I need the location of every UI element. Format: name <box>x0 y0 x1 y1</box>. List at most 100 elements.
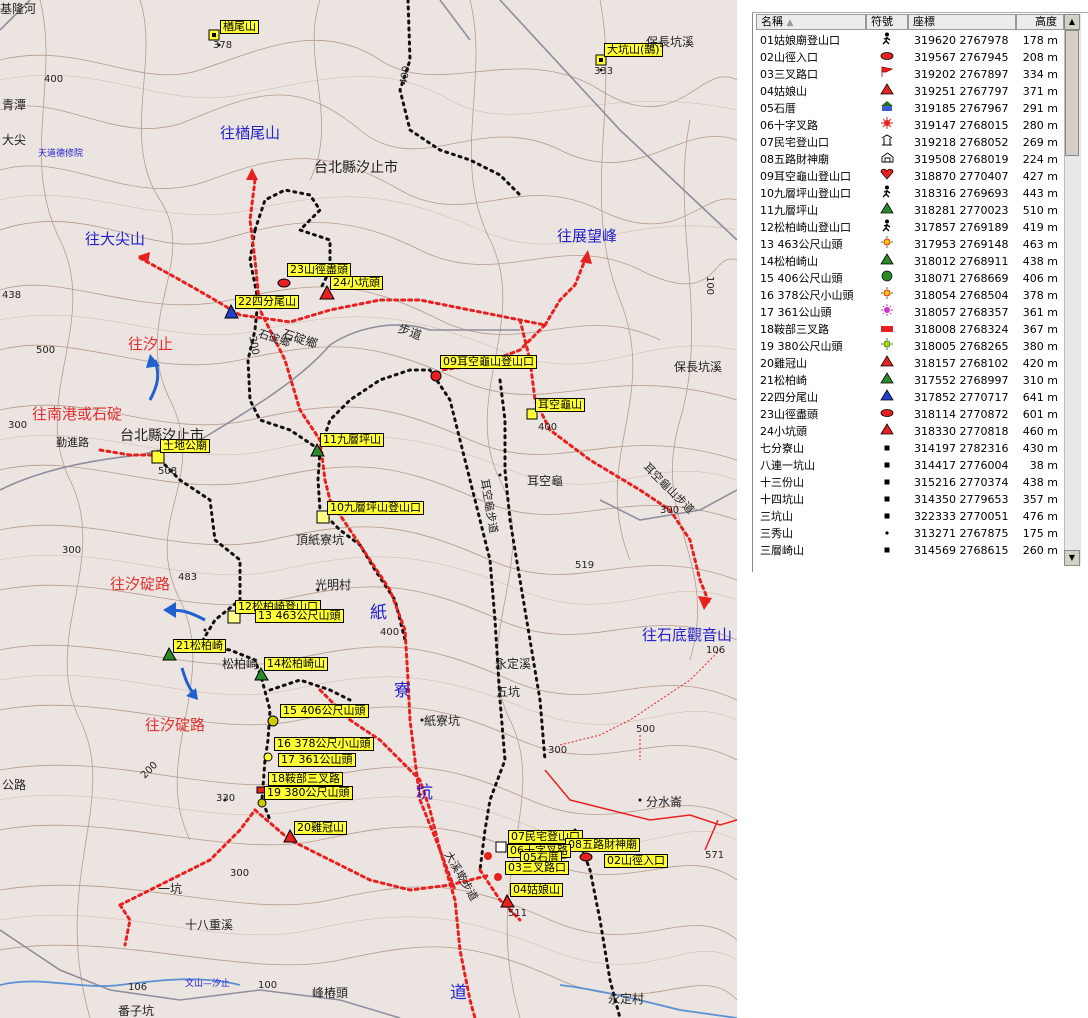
table-row[interactable]: 18鞍部三叉路 318008 2768324 367 m <box>756 321 1064 338</box>
waypoint-label[interactable]: 18鞍部三叉路 <box>268 772 343 786</box>
table-row[interactable]: 02山徑入口 319567 2767945 208 m <box>756 49 1064 66</box>
waypoint-height: 430 m <box>1022 442 1058 455</box>
scrollbar-thumb[interactable] <box>1065 30 1079 156</box>
waypoint-label[interactable]: 04姑娘山 <box>510 883 563 897</box>
table-row[interactable]: 24小坑頭 318330 2770818 460 m <box>756 423 1064 440</box>
direction-label: 往大尖山 <box>85 230 146 248</box>
waypoint-coord: 318008 2768324 <box>914 323 1009 336</box>
table-row[interactable]: 07民宅登山口 319218 2768052 269 m <box>756 134 1064 151</box>
table-row[interactable]: 十三份山 315216 2770374 438 m <box>756 474 1064 491</box>
elevation-mark: 400 <box>44 74 64 85</box>
table-row[interactable]: 八連一坑山 314417 2776004 38 m <box>756 457 1064 474</box>
waypoint-label[interactable]: 24小坑頭 <box>330 276 383 290</box>
table-row[interactable]: 14松柏崎山 318012 2768911 438 m <box>756 253 1064 270</box>
elevation-mark: 511 <box>508 908 528 919</box>
red-triangle-icon <box>866 423 908 440</box>
waypoint-name: 23山徑盡頭 <box>760 408 818 421</box>
waypoint-label[interactable]: 03三叉路口 <box>505 861 569 875</box>
waypoint-coord: 319147 2768015 <box>914 119 1009 132</box>
waypoint-label[interactable]: 11九層坪山 <box>320 433 384 447</box>
table-row[interactable]: 11九層坪山 318281 2770023 510 m <box>756 202 1064 219</box>
scroll-down-icon[interactable]: ▼ <box>1064 550 1080 566</box>
waypoint-coord: 314417 2776004 <box>914 459 1009 472</box>
waypoint-height: 310 m <box>1022 374 1058 387</box>
red-triangle-icon <box>866 83 908 100</box>
waypoint-name: 三層崎山 <box>760 544 804 557</box>
waypoint-label[interactable]: 10九層坪山登山口 <box>327 501 424 515</box>
waypoint-label[interactable]: 02山徑入口 <box>604 854 668 868</box>
table-row[interactable]: 06十字叉路 319147 2768015 280 m <box>756 117 1064 134</box>
table-row[interactable]: 12松柏崎山登山口 317857 2769189 419 m <box>756 219 1064 236</box>
red-ellipse-icon <box>866 49 908 66</box>
waypoint-coord: 319202 2767897 <box>914 68 1009 81</box>
table-row[interactable]: 05石厝 319185 2767967 291 m <box>756 100 1064 117</box>
table-row[interactable]: 三秀山 313271 2767875 175 m <box>756 525 1064 542</box>
table-row[interactable]: 04姑娘山 319251 2767797 371 m <box>756 83 1064 100</box>
waypoint-label[interactable]: 耳空龜山 <box>535 398 585 412</box>
table-row[interactable]: 三層崎山 314569 2768615 260 m <box>756 542 1064 559</box>
waypoint-label[interactable]: 14松柏崎山 <box>264 657 328 671</box>
red-star-icon <box>866 117 908 134</box>
waypoint-label[interactable]: 15 406公尺山頭 <box>280 704 369 718</box>
waypoint-label[interactable]: 08五路財神廟 <box>565 838 640 852</box>
waypoint-label[interactable]: 13 463公尺山頭 <box>255 609 344 623</box>
waypoint-height: 175 m <box>1022 527 1058 540</box>
place-label: 分水崙 <box>646 795 683 809</box>
waypoint-label[interactable]: 21松柏崎 <box>173 639 226 653</box>
waypoint-name: 20雞冠山 <box>760 357 807 370</box>
waypoint-label[interactable]: 17 361公山頭 <box>278 753 356 767</box>
waypoint-coord: 318870 2770407 <box>914 170 1009 183</box>
table-row[interactable]: 十四坑山 314350 2779653 357 m <box>756 491 1064 508</box>
scroll-up-icon[interactable]: ▲ <box>1064 14 1080 30</box>
table-row[interactable]: 17 361公山頭 318057 2768357 361 m <box>756 304 1064 321</box>
waypoint-name: 18鞍部三叉路 <box>760 323 829 336</box>
table-row[interactable]: 三坑山 322333 2770051 476 m <box>756 508 1064 525</box>
waypoint-height: 260 m <box>1022 544 1058 557</box>
waypoint-label[interactable]: 16 378公尺小山頭 <box>274 737 374 751</box>
column-header-symbol[interactable]: 符號 <box>866 14 908 30</box>
region-label: 台北縣汐止市 <box>314 160 398 176</box>
table-row[interactable]: 15 406公尺山頭 318071 2768669 406 m <box>756 270 1064 287</box>
waypoint-label[interactable]: 09耳空龜山登山口 <box>440 355 537 369</box>
table-row[interactable]: 09耳空龜山登山口 318870 2770407 427 m <box>756 168 1064 185</box>
waypoint-label[interactable]: 20雞冠山 <box>294 821 347 835</box>
waypoint-coord: 318281 2770023 <box>914 204 1009 217</box>
waypoint-label[interactable]: 楢尾山 <box>220 20 259 34</box>
elevation-mark: 333 <box>594 66 614 77</box>
waypoint-height: 38 m <box>1029 459 1058 472</box>
waypoint-coord: 313271 2767875 <box>914 527 1009 540</box>
table-row[interactable]: 10九層坪山登山口 318316 2769693 443 m <box>756 185 1064 202</box>
waypoint-height: 367 m <box>1022 323 1058 336</box>
waypoint-coord: 322333 2770051 <box>914 510 1009 523</box>
waypoint-height: 406 m <box>1022 272 1058 285</box>
table-row[interactable]: 20雞冠山 318157 2768102 420 m <box>756 355 1064 372</box>
waypoint-height: 269 m <box>1022 136 1058 149</box>
waypoint-label[interactable]: 19 380公尺山頭 <box>264 786 353 800</box>
waypoint-height: 361 m <box>1022 306 1058 319</box>
column-header-height[interactable]: 高度 <box>1016 14 1064 30</box>
place-label: 基隆河 <box>0 2 37 16</box>
waypoint-table-body: 01姑娘廟登山口 319620 2767978 178 m 02山徑入口 319567 … <box>756 32 1064 559</box>
place-label: 頂紙寮坑 <box>296 533 345 547</box>
waypoint-name: 08五路財神廟 <box>760 153 829 166</box>
waypoint-label[interactable]: 22四分尾山 <box>235 295 299 309</box>
table-row[interactable]: 22四分尾山 317852 2770717 641 m <box>756 389 1064 406</box>
table-row[interactable]: 19 380公尺山頭 318005 2768265 380 m <box>756 338 1064 355</box>
table-row[interactable]: 七分寮山 314197 2782316 430 m <box>756 440 1064 457</box>
table-row[interactable]: 21松柏崎 317552 2768997 310 m <box>756 372 1064 389</box>
table-row[interactable]: 13 463公尺山頭 317953 2769148 463 m <box>756 236 1064 253</box>
table-row[interactable]: 08五路財神廟 319508 2768019 224 m <box>756 151 1064 168</box>
table-row[interactable]: 01姑娘廟登山口 319620 2767978 178 m <box>756 32 1064 49</box>
column-header-name[interactable]: 名稱 ▲ <box>756 14 866 30</box>
waypoint-name: 13 463公尺山頭 <box>760 238 843 251</box>
waypoint-height: 378 m <box>1022 289 1058 302</box>
topographic-map[interactable]: 楢尾山 大坑山(鵠) 23山徑盡頭 24小坑頭 22四分尾山 09耳空龜山登山口… <box>0 0 737 1018</box>
table-row[interactable]: 16 378公尺小山頭 318054 2768504 378 m <box>756 287 1064 304</box>
place-label: 一坑 <box>158 882 183 896</box>
table-row[interactable]: 23山徑盡頭 318114 2770872 601 m <box>756 406 1064 423</box>
place-label: 光明村 <box>315 578 352 592</box>
table-row[interactable]: 03三叉路口 319202 2767897 334 m <box>756 66 1064 83</box>
place-label: 天道德修院 <box>38 149 84 159</box>
waypoint-label[interactable]: 23山徑盡頭 <box>287 263 351 277</box>
column-header-coord[interactable]: 座標 <box>908 14 1016 30</box>
